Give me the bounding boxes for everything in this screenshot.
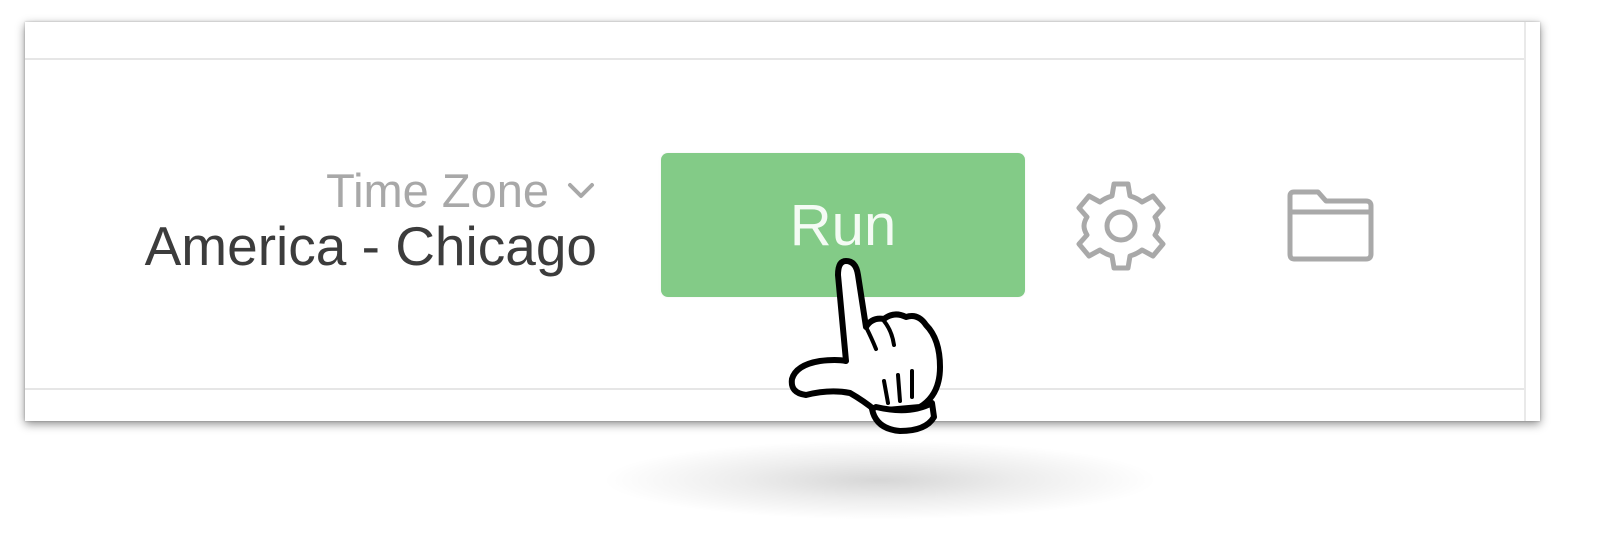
run-button[interactable]: Run <box>661 153 1025 297</box>
folder-icon[interactable] <box>1284 188 1376 264</box>
drop-shadow <box>600 440 1160 520</box>
chevron-down-icon[interactable] <box>567 181 595 201</box>
run-button-label: Run <box>789 192 897 258</box>
timezone-selector[interactable]: Time Zone America - Chicago <box>145 164 597 278</box>
bottom-divider <box>25 388 1525 390</box>
timezone-label: Time Zone <box>326 164 549 217</box>
gear-icon[interactable] <box>1075 180 1167 272</box>
timezone-value: America - Chicago <box>144 215 597 277</box>
screenshot-stage: Time Zone America - Chicago Run <box>0 0 1598 542</box>
right-divider <box>1524 22 1526 421</box>
top-divider <box>25 58 1525 60</box>
timezone-label-row: Time Zone <box>145 164 597 218</box>
toolbar-panel: Time Zone America - Chicago Run <box>25 22 1540 421</box>
